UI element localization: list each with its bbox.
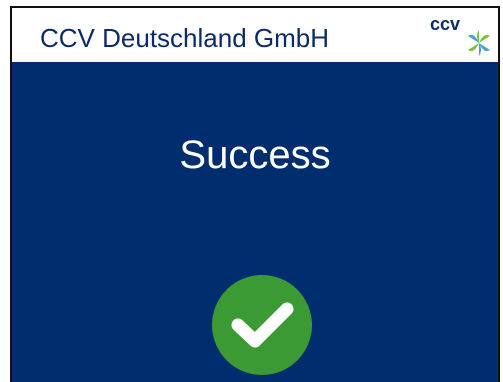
payment-terminal-screen: CCV Deutschland GmbH ccv Success bbox=[0, 0, 503, 382]
ccv-leaf-icon bbox=[468, 30, 490, 56]
check-circle-icon bbox=[212, 275, 312, 375]
logo-text: ccv bbox=[430, 14, 461, 34]
header-bar: CCV Deutschland GmbH ccv bbox=[10, 6, 500, 62]
status-message: Success bbox=[179, 133, 331, 177]
main-panel: Success bbox=[10, 62, 500, 382]
ccv-logo: ccv bbox=[430, 14, 494, 58]
merchant-name: CCV Deutschland GmbH bbox=[40, 23, 329, 53]
frame-left bbox=[0, 0, 10, 382]
